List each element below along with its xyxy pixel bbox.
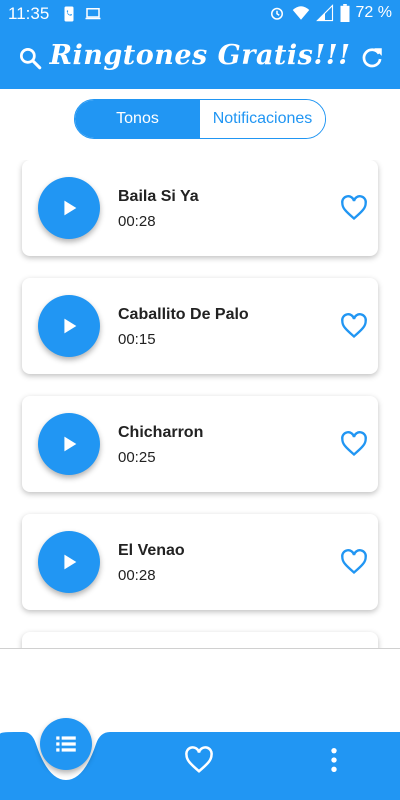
more-vert-icon (331, 747, 337, 773)
status-time: 11:35 (8, 4, 50, 23)
laptop-icon (84, 5, 102, 23)
ringtone-list[interactable]: Baila Si Ya 00:28 Caballito De Palo 00:1… (0, 160, 400, 648)
favorites-nav-button[interactable] (184, 745, 216, 777)
favorite-button[interactable] (340, 194, 368, 222)
refresh-icon (362, 48, 382, 68)
tab-notificaciones[interactable]: Notificaciones (200, 100, 325, 138)
heart-outline-icon (341, 313, 367, 339)
phone-icon (60, 5, 78, 23)
ringtone-card: Baila Si Ya 00:28 (22, 160, 378, 256)
favorite-button[interactable] (340, 548, 368, 576)
play-button[interactable] (38, 531, 100, 593)
signal-icon (315, 4, 334, 22)
heart-outline-icon (185, 746, 213, 773)
ringtone-name: El Venao (118, 542, 185, 559)
ringtone-duration: 00:25 (118, 449, 156, 466)
play-button[interactable] (38, 295, 100, 357)
ringtone-duration: 00:28 (118, 567, 156, 584)
heart-outline-icon (341, 549, 367, 575)
list-nav-button[interactable] (40, 718, 92, 770)
ringtone-name: Chicharron (118, 424, 204, 441)
ringtone-name: Caballito De Palo (118, 306, 249, 323)
ringtone-duration: 00:28 (118, 213, 156, 230)
heart-outline-icon (341, 431, 367, 457)
tab-switcher: Tonos Notificaciones (74, 99, 326, 139)
play-icon (64, 436, 77, 452)
list-divider (0, 648, 400, 649)
app-toolbar: Ringtones Gratis!!! (0, 27, 400, 89)
battery-icon (340, 4, 350, 22)
play-button[interactable] (38, 177, 100, 239)
more-options-button[interactable] (320, 745, 348, 777)
refresh-button[interactable] (356, 42, 388, 74)
favorite-button[interactable] (340, 312, 368, 340)
play-button[interactable] (38, 413, 100, 475)
app-title: Ringtones Gratis!!! (49, 40, 351, 71)
play-icon (64, 200, 77, 216)
status-bar: 11:35 72 % (0, 0, 400, 27)
ringtone-card: Caballito De Palo 00:15 (22, 278, 378, 374)
wifi-icon (292, 4, 310, 22)
play-icon (64, 554, 77, 570)
ringtone-duration: 00:15 (118, 331, 156, 348)
play-icon (64, 318, 77, 334)
favorite-button[interactable] (340, 430, 368, 458)
battery-percent: 72 % (355, 4, 392, 21)
ringtone-card-partial (22, 632, 378, 648)
alarm-icon (268, 4, 286, 22)
heart-outline-icon (341, 195, 367, 221)
ringtone-card: Chicharron 00:25 (22, 396, 378, 492)
ringtone-name: Baila Si Ya (118, 188, 199, 205)
ringtone-card: El Venao 00:28 (22, 514, 378, 610)
list-icon (56, 736, 76, 752)
tab-tonos[interactable]: Tonos (75, 100, 200, 138)
